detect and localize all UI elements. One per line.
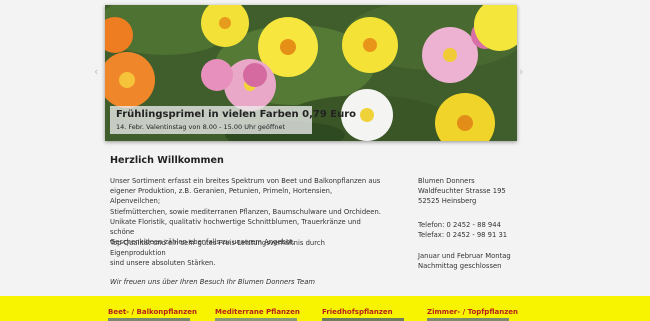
intro-line: Stiefmütterchen, sowie mediterranen Pfla… <box>110 207 381 216</box>
page-heading: Herzlich Willkommen <box>110 155 224 166</box>
category-bar: Beet- / Balkonpflanzen Mediterrane Pflan… <box>0 296 650 321</box>
category-link-beet[interactable]: Beet- / Balkonpflanzen <box>108 308 197 316</box>
category-link-friedhof[interactable]: Friedhofspflanzen <box>322 308 393 316</box>
phone-number: Telefon: 0 2452 - 88 944 <box>418 220 501 229</box>
quality-line: sind unsere absoluten Stärken. <box>110 259 216 268</box>
street-address: Waldfeuchter Strasse 195 <box>418 187 506 196</box>
intro-line: Unikate Floristik, qualitativ hochwertig… <box>110 217 361 237</box>
main-content: Herzlich Willkommen Unser Sortiment erfa… <box>0 0 650 321</box>
category-link-mediterran[interactable]: Mediterrane Pflanzen <box>215 308 300 316</box>
intro-line: Unser Sortiment erfasst ein breites Spek… <box>110 177 381 185</box>
contact-block: Blumen Donners Waldfeuchter Strasse 195 … <box>418 176 548 271</box>
hours-line: Nachmittag geschlossen <box>418 262 502 271</box>
fax-number: Telefax: 0 2452 - 98 91 31 <box>418 230 508 239</box>
intro-paragraph: Unser Sortiment erfasst ein breites Spek… <box>110 176 382 247</box>
city-address: 52525 Heinsberg <box>418 197 477 206</box>
intro-line: eigener Produktion, z.B. Geranien, Petun… <box>110 187 333 206</box>
welcome-text: Wir freuen uns über Ihren Besuch Ihr Blu… <box>110 278 315 286</box>
quality-paragraph: Top Qualität und ein sehr gutes Preis-Le… <box>110 238 382 269</box>
category-link-zimmer[interactable]: Zimmer- / Topfpflanzen <box>427 308 518 316</box>
business-name: Blumen Donners <box>418 177 475 185</box>
hours-line: Januar und Februar Montag <box>418 252 511 261</box>
quality-line: Top Qualität und ein sehr gutes Preis-Le… <box>110 239 325 258</box>
